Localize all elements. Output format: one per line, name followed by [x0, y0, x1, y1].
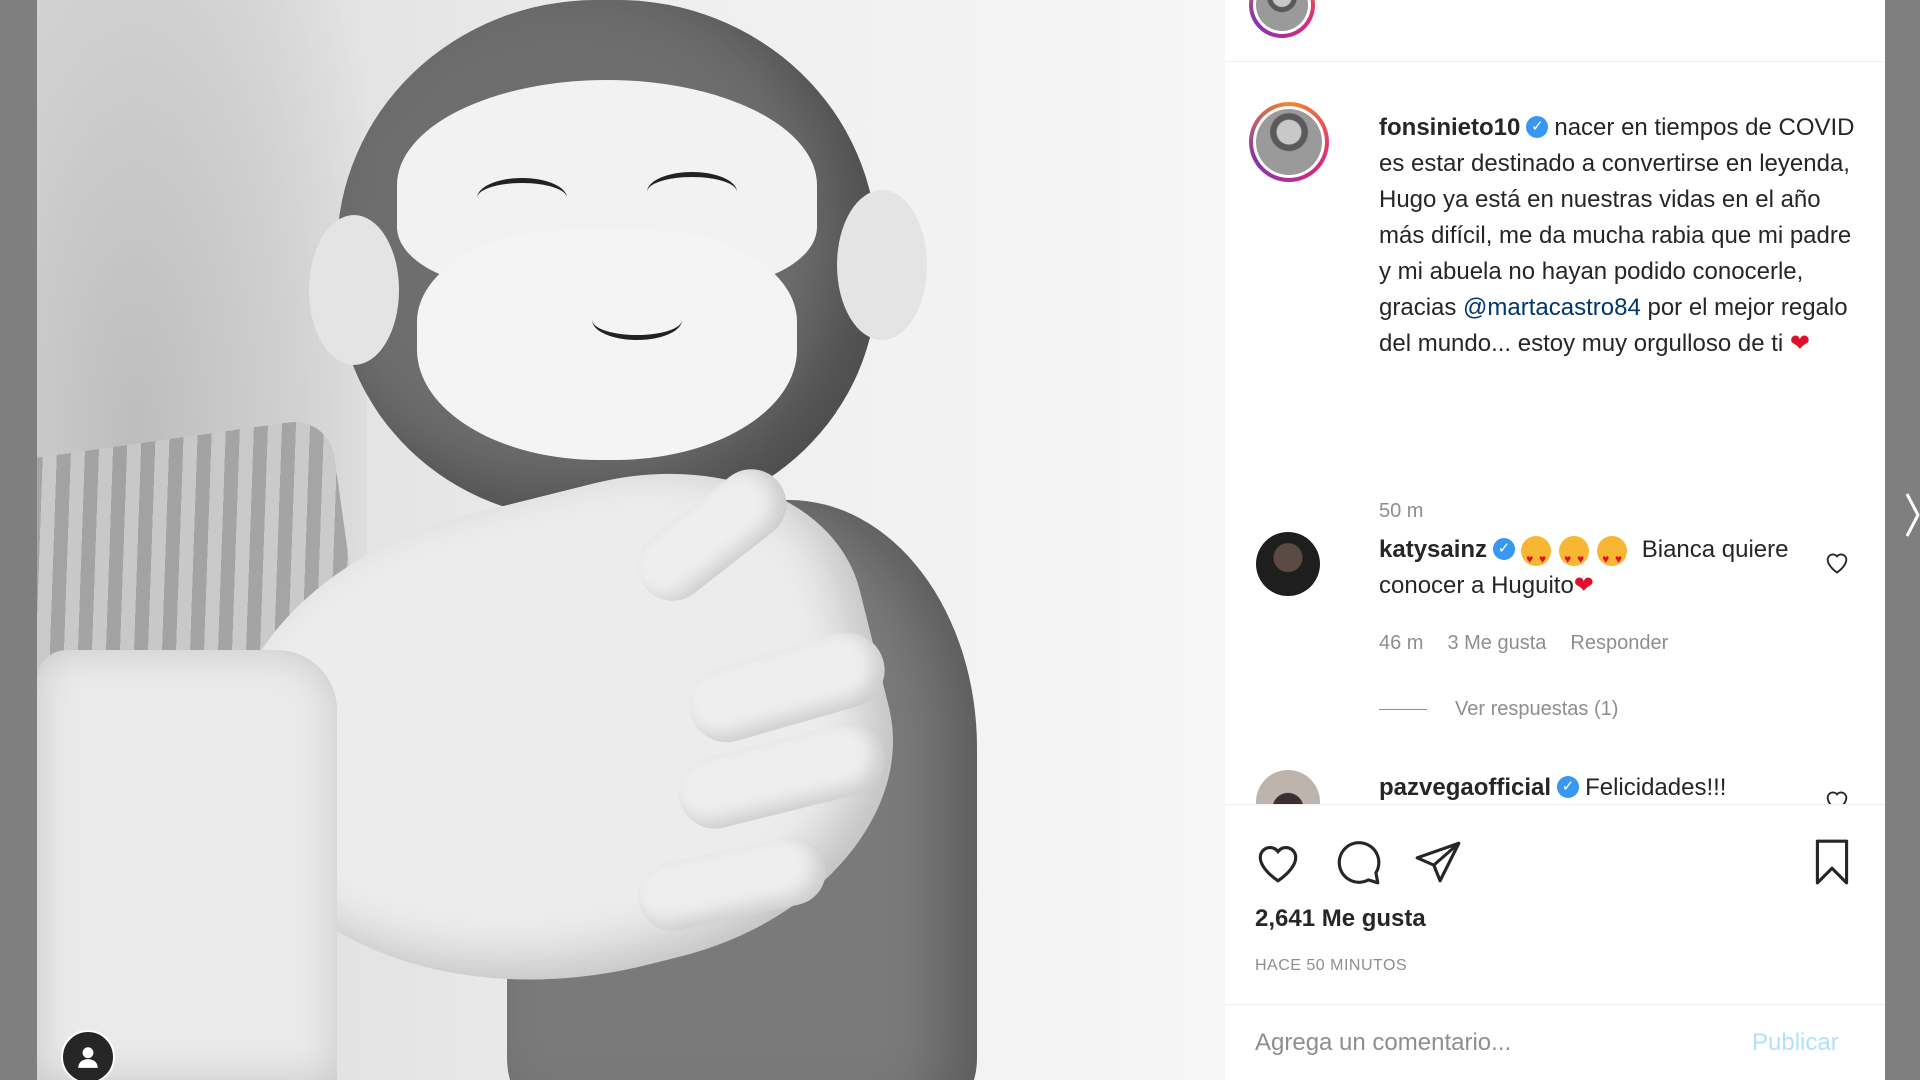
comment-like-heart-icon[interactable]: [1823, 786, 1851, 804]
plush-monkey-ear: [837, 190, 927, 340]
reply-button[interactable]: Responder: [1570, 632, 1668, 655]
plush-monkey-muzzle: [417, 230, 797, 460]
comment-likes[interactable]: 3 Me gusta: [1447, 632, 1546, 655]
commenter-avatar[interactable]: [1256, 770, 1320, 804]
replies-divider: [1379, 709, 1427, 710]
avatar-photo: [1256, 109, 1322, 175]
caption-username[interactable]: fonsinieto10: [1379, 114, 1520, 141]
comment-input[interactable]: [1255, 1023, 1715, 1063]
heart-emoji-icon: ❤: [1789, 330, 1810, 357]
comment-username[interactable]: katysainz: [1379, 536, 1487, 563]
baby-sleeve-cuff: [37, 650, 337, 1080]
caption-mention[interactable]: @martacastro84: [1463, 294, 1641, 321]
plush-monkey-eye: [647, 172, 737, 212]
comment-username[interactable]: pazvegaofficial: [1379, 774, 1551, 801]
heart-eyes-emoji-icon: [1559, 535, 1590, 577]
post-side-panel: fonsinieto10 ✓ nacer en tiempos de COVID e…: [1225, 0, 1885, 1080]
post-header: [1225, 0, 1885, 62]
caption-body: nacer en tiempos de COVID es estar desti…: [1379, 114, 1855, 321]
comment-meta: 46 m 3 Me gusta Responder: [1379, 632, 1668, 655]
comment-like-heart-icon[interactable]: [1823, 548, 1851, 576]
verified-badge-icon: ✓: [1526, 115, 1549, 138]
comments-section[interactable]: fonsinieto10 ✓ nacer en tiempos de COVID e…: [1225, 62, 1885, 804]
user-icon: [78, 1047, 98, 1068]
next-post-chevron-icon[interactable]: [1905, 490, 1920, 540]
caption-timestamp[interactable]: 50 m: [1379, 500, 1423, 523]
comment-body: Felicidades!!!: [1585, 774, 1727, 801]
heart-eyes-emoji-icon: [1597, 535, 1628, 577]
plush-monkey-eye: [477, 178, 567, 218]
post-photo[interactable]: [37, 0, 1225, 1080]
commenter-avatar[interactable]: [1256, 532, 1320, 596]
verified-badge-icon: ✓: [1557, 775, 1580, 798]
bookmark-icon[interactable]: [1807, 837, 1857, 887]
heart-eyes-emoji-icon: [1521, 535, 1552, 577]
post-actions: 2,641 Me gusta HACE 50 MINUTOS: [1225, 804, 1885, 1004]
verified-badge-icon: ✓: [1493, 537, 1516, 560]
view-replies-label: Ver respuestas (1): [1455, 698, 1619, 720]
likes-count[interactable]: 2,641 Me gusta: [1255, 905, 1426, 933]
comment-timestamp[interactable]: 46 m: [1379, 632, 1423, 655]
avatar-photo: [1256, 0, 1308, 31]
like-heart-icon[interactable]: [1253, 837, 1303, 887]
view-replies-button[interactable]: Ver respuestas (1): [1379, 698, 1618, 721]
comment-text: pazvegaofficial ✓ Felicidades!!!: [1379, 770, 1799, 804]
plush-monkey-ear: [309, 215, 399, 365]
comment-text: katysainz✓ Bianca quiere conocer a Hugui…: [1379, 532, 1799, 604]
comment-bubble-icon[interactable]: [1333, 837, 1383, 887]
plush-monkey-mouth: [592, 300, 682, 340]
caption-text: fonsinieto10 ✓ nacer en tiempos de COVID e…: [1379, 110, 1869, 362]
caption-author-avatar[interactable]: [1249, 102, 1329, 182]
share-paper-plane-icon[interactable]: [1413, 837, 1463, 887]
post-timestamp[interactable]: HACE 50 MINUTOS: [1255, 957, 1407, 975]
add-comment-bar: Publicar: [1225, 1004, 1885, 1080]
tagged-users-button[interactable]: [61, 1030, 115, 1080]
publish-button[interactable]: Publicar: [1752, 1029, 1839, 1057]
author-avatar[interactable]: [1249, 0, 1315, 38]
